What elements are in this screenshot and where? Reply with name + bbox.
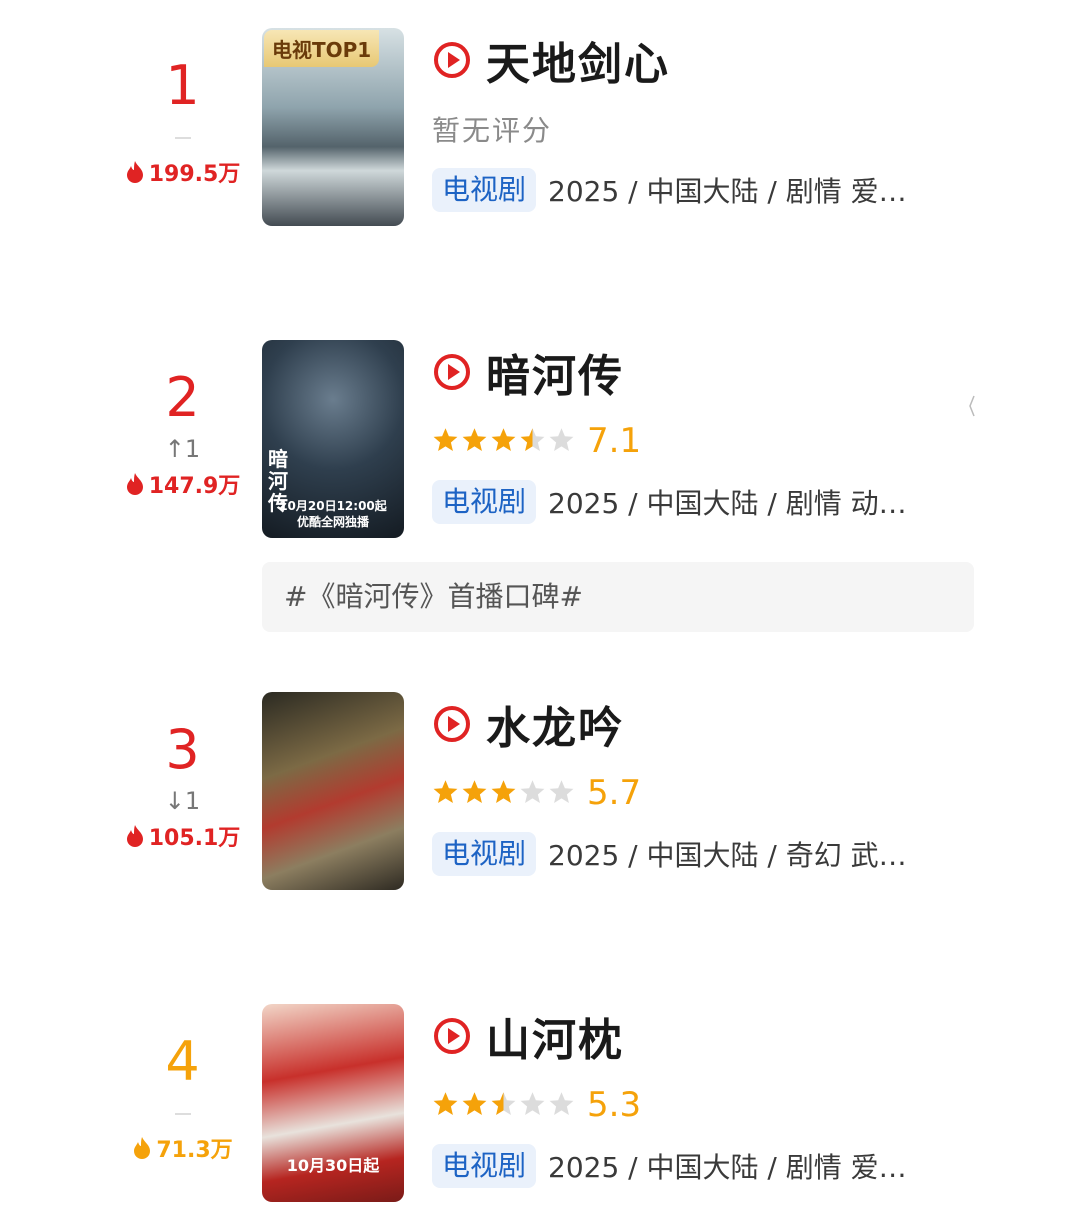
star-icon xyxy=(462,779,487,803)
rank-column: 1 199.5万 xyxy=(110,56,255,189)
play-circle-icon[interactable] xyxy=(432,40,472,80)
heat-text: 199.5万 xyxy=(148,162,241,187)
rank-column: 3 ↓1 105.1万 xyxy=(110,720,255,853)
play-circle-icon[interactable] xyxy=(432,1016,472,1056)
star-icon xyxy=(520,779,545,803)
heat-text: 71.3万 xyxy=(156,1138,233,1163)
rating-row: 5.7 xyxy=(432,768,972,818)
edge-arrow-icon xyxy=(969,395,975,417)
rank-number: 2 xyxy=(165,366,200,429)
category-tag: 电视剧 xyxy=(432,480,537,524)
rank-item-3[interactable]: 3 ↓1 105.1万 水龙吟 5.7 电视剧 2025 / 中国大陆 / 奇幻… xyxy=(0,692,1080,892)
star-icon xyxy=(491,427,516,451)
trend-flat-icon xyxy=(174,137,191,139)
star-icon xyxy=(549,779,574,803)
rank-item-1[interactable]: 1 199.5万 电视TOP1 天地剑心 暂无评分 电视剧 2025 / 中国大… xyxy=(0,28,1080,228)
heat-value: 199.5万 xyxy=(110,160,255,189)
show-title[interactable]: 暗河传 xyxy=(486,340,624,404)
flame-icon xyxy=(134,1137,151,1159)
star-rating xyxy=(432,1090,577,1121)
score-value: 7.1 xyxy=(587,421,642,461)
meta-text: 2025 / 中国大陆 / 剧情 爱… xyxy=(548,175,907,208)
heat-text: 147.9万 xyxy=(148,474,241,499)
flame-icon xyxy=(126,473,143,495)
poster-image[interactable] xyxy=(262,692,404,890)
score-value: 5.3 xyxy=(587,1085,642,1125)
star-icon xyxy=(433,427,458,451)
category-tag: 电视剧 xyxy=(432,832,537,876)
show-title[interactable]: 山河枕 xyxy=(486,1004,624,1068)
meta-text: 2025 / 中国大陆 / 奇幻 武… xyxy=(548,839,907,872)
rank-number: 3 xyxy=(165,718,200,781)
star-rating xyxy=(432,426,577,457)
flame-icon xyxy=(126,161,143,183)
score-value: 5.7 xyxy=(587,773,642,813)
trend-indicator xyxy=(110,122,255,152)
category-tag: 电视剧 xyxy=(432,168,537,212)
heat-value: 71.3万 xyxy=(110,1136,255,1165)
poster-image[interactable]: 10月30日起 xyxy=(262,1004,404,1202)
hashtag-topic[interactable]: #《暗河传》首播口碑# xyxy=(262,562,974,632)
meta-text: 2025 / 中国大陆 / 剧情 动… xyxy=(548,487,907,520)
rank-item-4[interactable]: 4 71.3万 10月30日起 山河枕 5.3 电视剧 2025 / 中国大陆 … xyxy=(0,1004,1080,1204)
show-title[interactable]: 天地剑心 xyxy=(486,28,670,92)
star-icon xyxy=(520,427,545,451)
play-circle-icon[interactable] xyxy=(432,352,472,392)
rating-row: 5.3 xyxy=(432,1080,972,1130)
heat-text: 105.1万 xyxy=(148,826,241,851)
poster-image[interactable]: 电视TOP1 xyxy=(262,28,404,226)
rank-number: 4 xyxy=(165,1030,200,1093)
star-icon xyxy=(549,427,574,451)
star-icon xyxy=(462,427,487,451)
star-icon xyxy=(433,1091,458,1115)
rank-item-2[interactable]: 2 ↑1 147.9万 暗河传 10月20日12:00起 优酷全网独播 暗河传 … xyxy=(0,340,1080,540)
rank-number: 1 xyxy=(165,54,200,117)
item-info: 暗河传 7.1 电视剧 2025 / 中国大陆 / 剧情 动… xyxy=(432,342,972,524)
trend-indicator: ↓1 xyxy=(164,787,201,815)
show-title[interactable]: 水龙吟 xyxy=(486,692,624,756)
no-score-text: 暂无评分 xyxy=(432,114,553,147)
rank-column: 4 71.3万 xyxy=(110,1032,255,1165)
star-icon xyxy=(491,779,516,803)
top-badge: 电视TOP1 xyxy=(264,30,380,67)
trend-indicator xyxy=(110,1098,255,1128)
star-icon xyxy=(520,1091,545,1115)
poster-image[interactable]: 暗河传 10月20日12:00起 优酷全网独播 xyxy=(262,340,404,538)
flame-icon xyxy=(126,825,143,847)
star-rating xyxy=(432,778,577,809)
rank-column: 2 ↑1 147.9万 xyxy=(110,368,255,501)
item-info: 水龙吟 5.7 电视剧 2025 / 中国大陆 / 奇幻 武… xyxy=(432,694,972,876)
rating-row: 7.1 xyxy=(432,416,972,466)
poster-caption: 10月30日起 xyxy=(286,1156,380,1175)
heat-value: 105.1万 xyxy=(110,824,255,853)
play-circle-icon[interactable] xyxy=(432,704,472,744)
star-icon xyxy=(491,1091,516,1115)
trend-flat-icon xyxy=(174,1113,191,1115)
category-tag: 电视剧 xyxy=(432,1144,537,1188)
trend-indicator: ↑1 xyxy=(164,435,201,463)
heat-value: 147.9万 xyxy=(110,472,255,501)
star-icon xyxy=(462,1091,487,1115)
item-info: 天地剑心 暂无评分 电视剧 2025 / 中国大陆 / 剧情 爱… xyxy=(432,30,972,212)
item-info: 山河枕 5.3 电视剧 2025 / 中国大陆 / 剧情 爱… xyxy=(432,1006,972,1188)
poster-caption: 10月20日12:00起 优酷全网独播 xyxy=(279,499,387,529)
meta-text: 2025 / 中国大陆 / 剧情 爱… xyxy=(548,1151,907,1184)
star-icon xyxy=(549,1091,574,1115)
star-icon xyxy=(433,779,458,803)
